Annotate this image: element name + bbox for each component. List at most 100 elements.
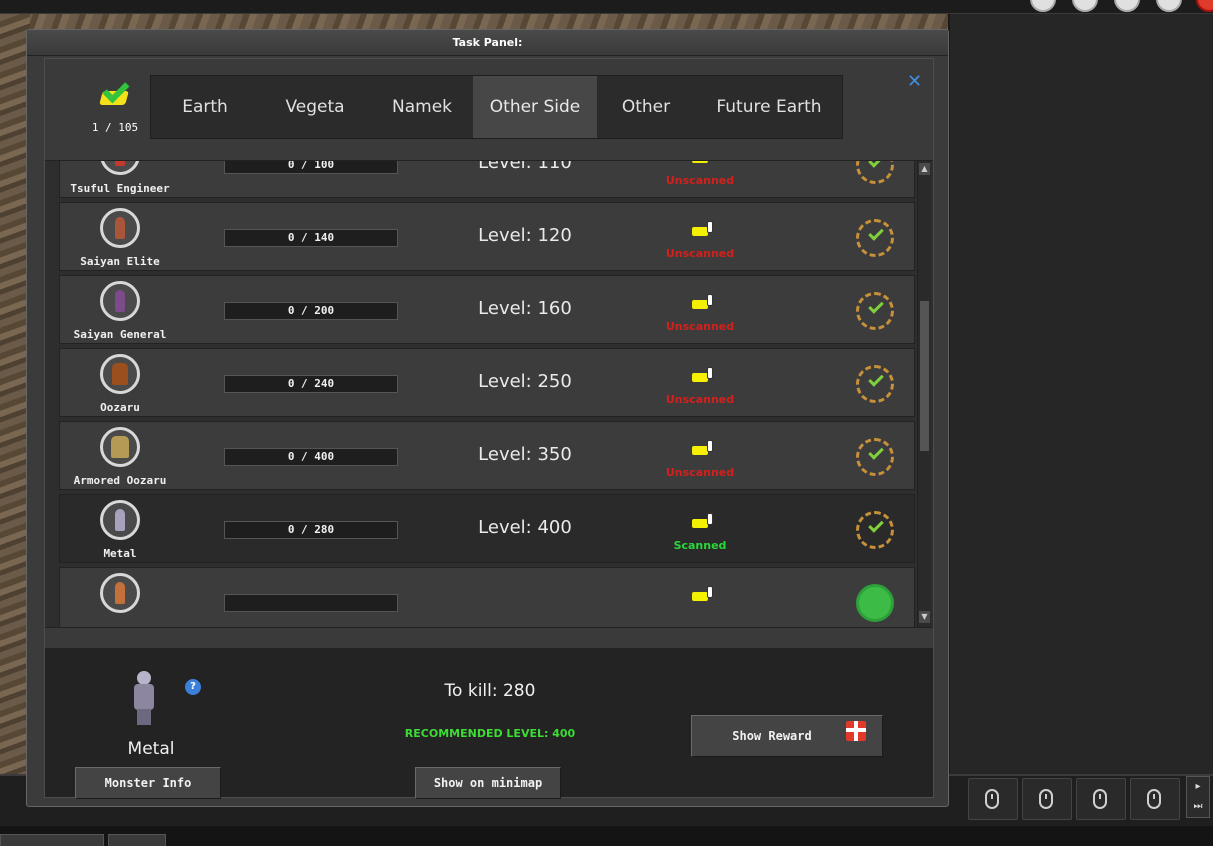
- hotkey-slot[interactable]: [1076, 778, 1126, 820]
- show-on-minimap-button[interactable]: Show on minimap: [415, 767, 561, 799]
- scan-status: Unscanned: [665, 320, 735, 333]
- task-level: Level: 160: [478, 298, 572, 319]
- scanner-icon: [692, 513, 714, 529]
- chat-tab[interactable]: [0, 834, 104, 846]
- task-row-selected[interactable]: Metal 0 / 280 Level: 400 Scanned: [59, 494, 915, 563]
- monster-name: Saiyan General: [73, 328, 167, 341]
- hotkey-slot[interactable]: [1022, 778, 1072, 820]
- task-panel-header: 1 / 105 Earth Vegeta Namek Other Side Ot…: [45, 59, 933, 161]
- completed-count: 1 / 105: [91, 121, 139, 134]
- tab-namek[interactable]: Namek: [371, 76, 473, 138]
- dashed-check-ring-icon[interactable]: [856, 511, 894, 549]
- task-level: Level: 250: [478, 371, 572, 392]
- tab-vegeta[interactable]: Vegeta: [259, 76, 371, 138]
- scan-status: Unscanned: [665, 393, 735, 406]
- top-circle-button[interactable]: [1030, 0, 1056, 12]
- side-panel-area: [948, 14, 1213, 774]
- tab-other[interactable]: Other: [597, 76, 695, 138]
- to-kill-count: To kill: 280: [444, 681, 536, 701]
- scroll-down-icon[interactable]: ▼: [919, 611, 930, 623]
- completed-counter: 1 / 105: [75, 76, 155, 134]
- scanner-icon: [692, 440, 714, 456]
- task-row[interactable]: Tsuful Engineer 0 / 100 Level: 110 Unsca…: [59, 161, 915, 198]
- scanner-icon: [692, 294, 714, 310]
- dashed-check-ring-icon[interactable]: [856, 161, 894, 184]
- window-title[interactable]: Task Panel:: [27, 30, 948, 56]
- tab-future-earth[interactable]: Future Earth: [695, 76, 843, 138]
- close-icon[interactable]: ✕: [907, 71, 922, 92]
- kill-progress: 0 / 140: [224, 229, 398, 247]
- monster-avatar: [100, 161, 140, 175]
- task-list-scrollbar[interactable]: ▲ ▼: [917, 161, 931, 627]
- task-list: Tsuful Engineer 0 / 100 Level: 110 Unsca…: [59, 161, 931, 627]
- scroll-thumb[interactable]: [920, 301, 929, 451]
- selected-monster-name: Metal: [127, 739, 175, 759]
- task-row[interactable]: Saiyan General 0 / 200 Level: 160 Unscan…: [59, 275, 915, 344]
- monster-name: Saiyan Elite: [80, 255, 160, 268]
- top-circle-button-red[interactable]: [1196, 0, 1213, 12]
- hotkey-slot[interactable]: [968, 778, 1018, 820]
- monster-avatar: [100, 281, 140, 321]
- scanner-icon: [692, 367, 714, 383]
- show-reward-button[interactable]: Show Reward: [691, 715, 883, 757]
- region-tabs: Earth Vegeta Namek Other Side Other Futu…: [150, 75, 843, 139]
- hotkey-slot[interactable]: [1130, 778, 1180, 820]
- top-status-strip: [0, 0, 1213, 14]
- kill-progress: 0 / 240: [224, 375, 398, 393]
- game-map-edge: [0, 14, 948, 30]
- mouse-icon: [985, 789, 999, 809]
- task-level: Level: 350: [478, 444, 572, 465]
- dashed-check-ring-icon[interactable]: [856, 438, 894, 476]
- kill-progress: [224, 594, 398, 612]
- task-level: Level: 400: [478, 517, 572, 538]
- monster-avatar: [100, 354, 140, 394]
- chat-tab[interactable]: [108, 834, 166, 846]
- dashed-check-ring-icon[interactable]: [856, 292, 894, 330]
- task-detail: ? Metal Monster Info To kill: 280 RECOMM…: [45, 649, 933, 799]
- monster-avatar: [100, 427, 140, 467]
- monster-avatar: [100, 208, 140, 248]
- kill-progress: 0 / 100: [224, 161, 398, 174]
- gift-icon: [846, 721, 866, 741]
- show-reward-label: Show Reward: [732, 729, 812, 743]
- mouse-icon: [1147, 789, 1161, 809]
- monster-sprite: [131, 671, 157, 725]
- scanner-icon: [692, 161, 714, 164]
- task-row[interactable]: Armored Oozaru 0 / 400 Level: 350 Unscan…: [59, 421, 915, 490]
- scroll-up-icon[interactable]: ▲: [919, 163, 930, 175]
- scan-status: Unscanned: [665, 466, 735, 479]
- monster-name: Armored Oozaru: [73, 474, 167, 487]
- kill-progress: 0 / 400: [224, 448, 398, 466]
- task-row[interactable]: Saiyan Elite 0 / 140 Level: 120 Unscanne…: [59, 202, 915, 271]
- top-circle-button[interactable]: [1072, 0, 1098, 12]
- top-circle-button[interactable]: [1114, 0, 1140, 12]
- kill-progress: 0 / 200: [224, 302, 398, 320]
- question-icon[interactable]: ?: [185, 679, 201, 695]
- task-level: Level: 110: [478, 161, 572, 173]
- monster-avatar: [100, 573, 140, 613]
- tab-earth[interactable]: Earth: [151, 76, 259, 138]
- tab-other-side[interactable]: Other Side: [473, 76, 597, 138]
- dashed-check-ring-icon[interactable]: [856, 365, 894, 403]
- monster-name: Tsuful Engineer: [70, 182, 170, 195]
- task-panel-body: 1 / 105 Earth Vegeta Namek Other Side Ot…: [44, 58, 934, 799]
- task-level: Level: 120: [478, 225, 572, 246]
- hotkey-scroll-button[interactable]: ▸ ⏭: [1186, 776, 1210, 818]
- monster-info-button[interactable]: Monster Info: [75, 767, 221, 799]
- complete-status-icon[interactable]: [856, 584, 894, 622]
- dashed-check-ring-icon[interactable]: [856, 219, 894, 257]
- task-row-partial[interactable]: [59, 567, 915, 627]
- mouse-icon: [1093, 789, 1107, 809]
- task-row[interactable]: Oozaru 0 / 240 Level: 250 Unscanned: [59, 348, 915, 417]
- scanner-icon: [692, 221, 714, 237]
- monster-name: Metal: [103, 547, 137, 560]
- top-circle-button[interactable]: [1156, 0, 1182, 12]
- chat-tab-strip: [0, 826, 1213, 846]
- scanner-icon: [692, 586, 714, 602]
- check-badge-icon: [98, 76, 132, 113]
- kill-progress: 0 / 280: [224, 521, 398, 539]
- scan-status: Scanned: [673, 539, 727, 552]
- scan-status: Unscanned: [665, 247, 735, 260]
- recommended-level: RECOMMENDED LEVEL: 400: [404, 727, 576, 740]
- mouse-icon: [1039, 789, 1053, 809]
